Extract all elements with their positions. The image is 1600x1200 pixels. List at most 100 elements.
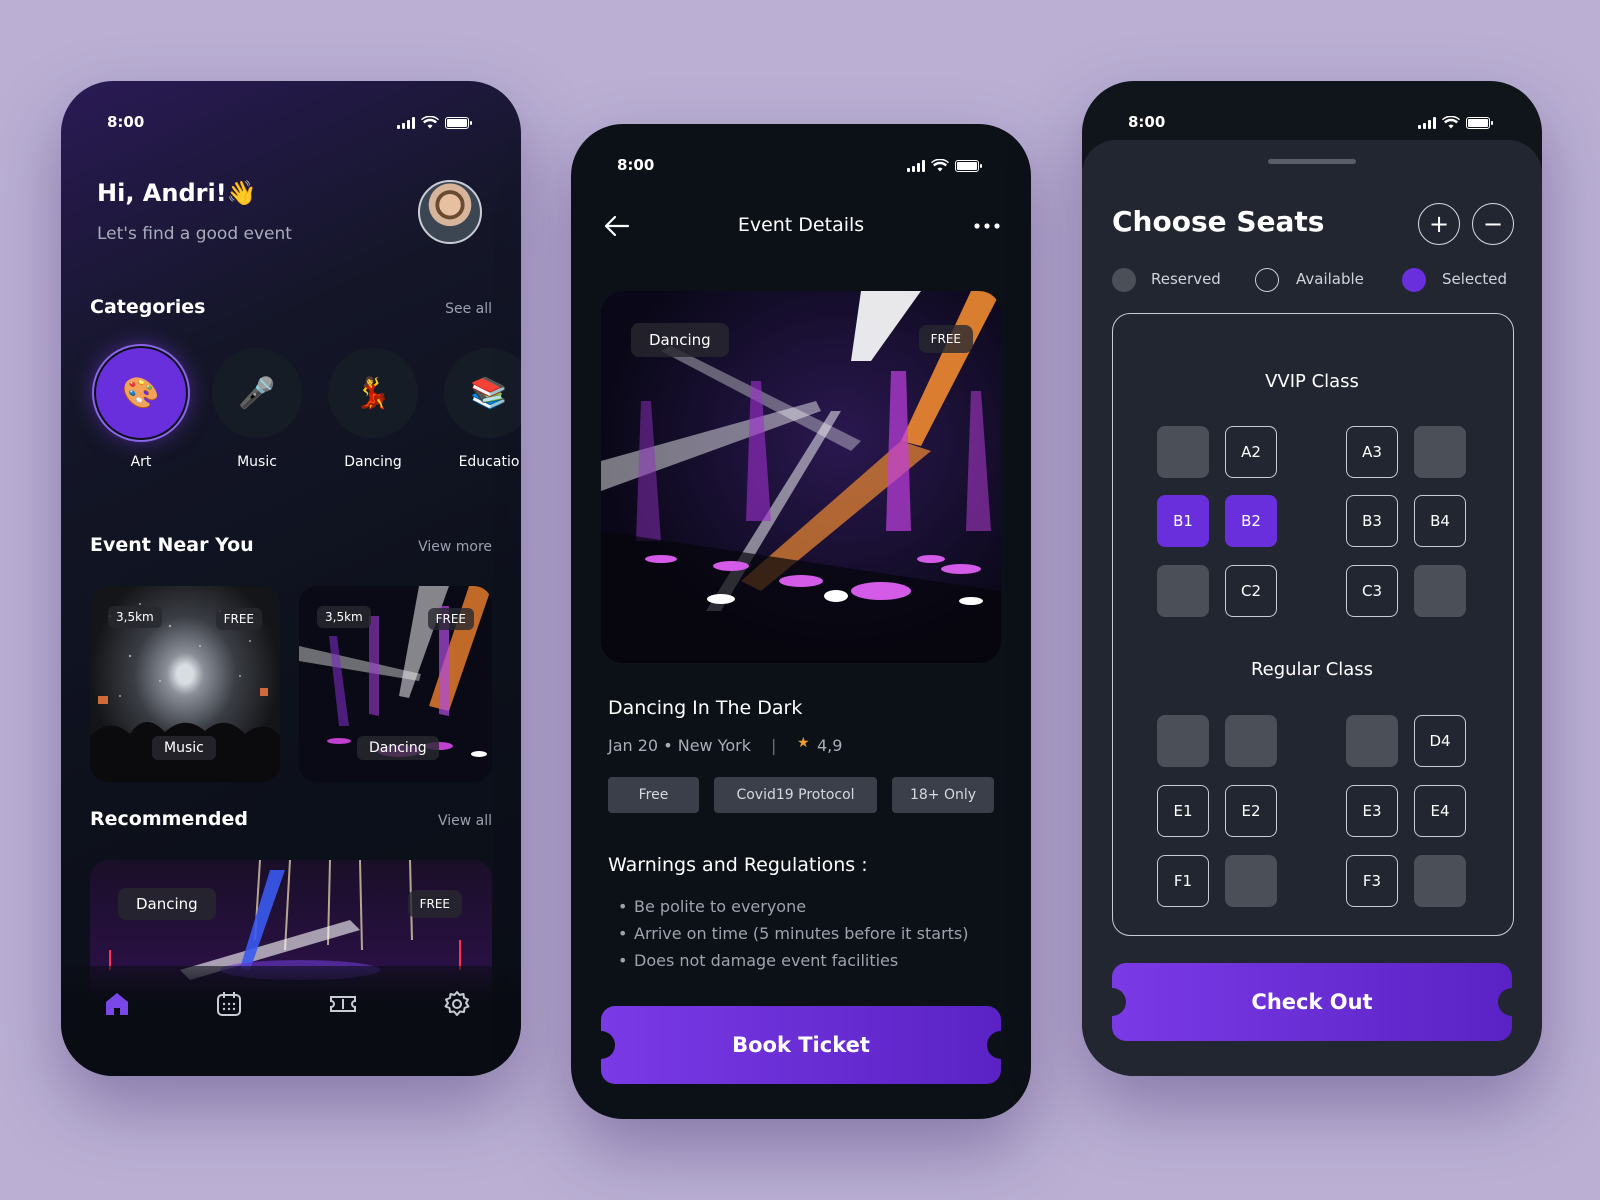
seat-A2[interactable]: A2: [1225, 426, 1277, 478]
seat-B3[interactable]: B3: [1346, 495, 1398, 547]
category-label: Educatio: [458, 454, 520, 470]
home-screen: 8:00 Hi, Andri!👋 Let's find a good event…: [61, 81, 521, 1076]
seat-reserved: [1157, 715, 1209, 767]
available-dot: [1255, 268, 1279, 292]
category-music[interactable]: 🎤 Music: [207, 348, 307, 470]
status-time: 8:00: [1128, 113, 1166, 131]
selected-dot: [1402, 268, 1426, 292]
seat-B2[interactable]: B2: [1225, 495, 1277, 547]
warnings-title: Warnings and Regulations :: [608, 854, 868, 876]
add-seat-button[interactable]: +: [1418, 203, 1460, 245]
legend-available: Available: [1296, 270, 1364, 288]
microphone-icon: 🎤: [212, 348, 302, 438]
meta-separator: |: [771, 736, 777, 755]
check-out-label: Check Out: [1251, 990, 1373, 1014]
chip-covid: Covid19 Protocol: [714, 777, 877, 813]
seat-B4[interactable]: B4: [1414, 495, 1466, 547]
view-all-link[interactable]: View all: [438, 813, 492, 829]
star-icon: ★: [797, 735, 810, 751]
event-hero-image: Dancing FREE: [601, 291, 1001, 663]
plus-icon: +: [1428, 210, 1450, 238]
category-badge: Music: [152, 736, 216, 760]
seat-F3[interactable]: F3: [1346, 855, 1398, 907]
distance-badge: 3,5km: [317, 606, 371, 628]
see-all-link[interactable]: See all: [445, 301, 492, 317]
seat-F1[interactable]: F1: [1157, 855, 1209, 907]
signal-icon: [907, 159, 925, 172]
home-icon[interactable]: [103, 990, 131, 1018]
status-time: 8:00: [617, 156, 655, 174]
seat-E3[interactable]: E3: [1346, 785, 1398, 837]
reserved-dot: [1112, 268, 1136, 292]
category-badge: Dancing: [631, 323, 729, 357]
event-card-music[interactable]: 3,5km FREE Music: [90, 586, 280, 782]
check-out-button[interactable]: Check Out: [1098, 963, 1526, 1041]
bottom-nav: [61, 966, 521, 1076]
seat-reserved: [1225, 855, 1277, 907]
more-options-icon[interactable]: [973, 222, 1001, 230]
greeting-subtitle: Let's find a good event: [97, 224, 292, 244]
ticket-icon[interactable]: [329, 990, 357, 1018]
category-label: Dancing: [344, 454, 402, 470]
event-details-screen: 8:00 Event Details Dancing FREE Dancing …: [571, 124, 1031, 1119]
legend-reserved: Reserved: [1151, 270, 1221, 288]
books-icon: 📚: [444, 348, 521, 438]
category-dancing[interactable]: 💃 Dancing: [323, 348, 423, 470]
seat-reserved: [1414, 426, 1466, 478]
distance-badge: 3,5km: [108, 606, 162, 628]
dancer-icon: 💃: [328, 348, 418, 438]
sheet-handle[interactable]: [1268, 159, 1356, 164]
book-ticket-label: Book Ticket: [732, 1033, 870, 1057]
price-badge: FREE: [918, 325, 973, 353]
choose-seats-screen: 8:00 Choose Seats + − Reserved Available…: [1082, 81, 1542, 1076]
seat-E4[interactable]: E4: [1414, 785, 1466, 837]
signal-icon: [1418, 116, 1436, 129]
wifi-icon: [421, 116, 439, 129]
seat-E1[interactable]: E1: [1157, 785, 1209, 837]
category-badge: Dancing: [357, 736, 439, 760]
calendar-icon[interactable]: [215, 990, 243, 1018]
seat-C3[interactable]: C3: [1346, 565, 1398, 617]
ticket-notch: [1498, 988, 1526, 1016]
minus-icon: −: [1482, 210, 1504, 238]
battery-icon: [955, 159, 982, 172]
ticket-notch: [987, 1031, 1015, 1059]
battery-icon: [1466, 116, 1493, 129]
seat-reserved: [1414, 855, 1466, 907]
ticket-notch: [1098, 988, 1126, 1016]
seat-E2[interactable]: E2: [1225, 785, 1277, 837]
view-more-link[interactable]: View more: [418, 539, 492, 555]
avatar[interactable]: [418, 180, 482, 244]
event-near-title: Event Near You: [90, 534, 254, 556]
legend-selected: Selected: [1442, 270, 1508, 288]
rule-item: Be polite to everyone: [618, 897, 806, 916]
category-education[interactable]: 📚 Educatio: [439, 348, 521, 470]
category-art[interactable]: 🎨 Art: [91, 348, 191, 470]
event-meta: Jan 20 • New York: [608, 736, 751, 755]
event-card-dancing[interactable]: 3,5km FREE Dancing: [299, 586, 492, 782]
signal-icon: [397, 116, 415, 129]
greeting: Hi, Andri!👋: [97, 179, 257, 207]
status-time: 8:00: [107, 113, 145, 131]
seat-reserved: [1414, 565, 1466, 617]
wifi-icon: [931, 159, 949, 172]
page-title: Event Details: [737, 214, 865, 236]
status-icons: [1418, 116, 1493, 129]
regular-title: Regular Class: [1250, 659, 1374, 680]
book-ticket-button[interactable]: Book Ticket: [587, 1006, 1015, 1084]
price-badge: FREE: [215, 608, 262, 630]
seat-map: [1112, 313, 1514, 936]
seat-B1[interactable]: B1: [1157, 495, 1209, 547]
seat-A3[interactable]: A3: [1346, 426, 1398, 478]
chip-age: 18+ Only: [892, 777, 994, 813]
seat-C2[interactable]: C2: [1225, 565, 1277, 617]
vvip-title: VVIP Class: [1265, 371, 1359, 392]
category-badge: Dancing: [118, 888, 216, 920]
price-badge: FREE: [407, 890, 462, 918]
rule-item: Arrive on time (5 minutes before it star…: [618, 924, 968, 943]
category-label: Art: [130, 454, 152, 470]
event-rating: 4,9: [817, 736, 843, 755]
remove-seat-button[interactable]: −: [1472, 203, 1514, 245]
settings-icon[interactable]: [443, 990, 471, 1018]
seat-D4[interactable]: D4: [1414, 715, 1466, 767]
